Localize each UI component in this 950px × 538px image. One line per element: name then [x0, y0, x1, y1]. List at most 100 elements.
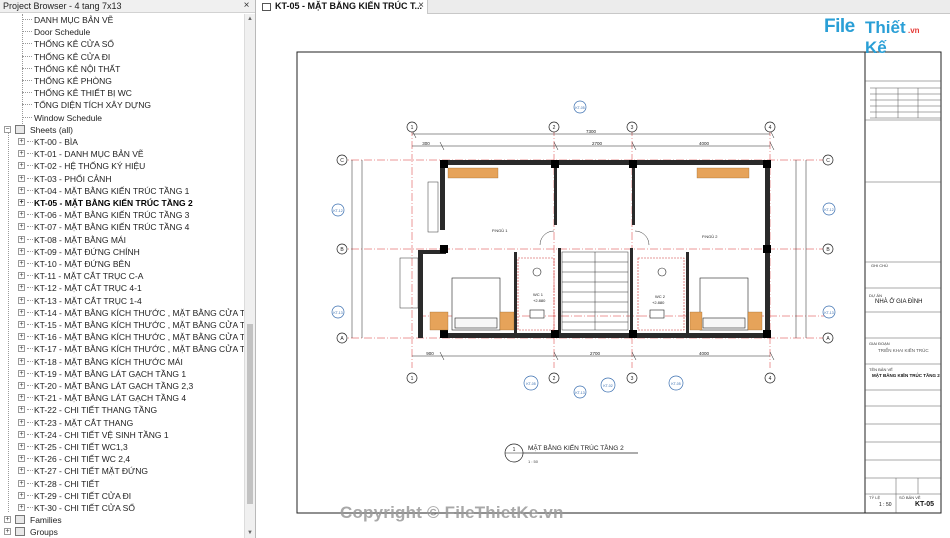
schedule-item[interactable]: Window Schedule	[0, 112, 245, 124]
scrollbar-thumb[interactable]	[247, 324, 253, 504]
sheet-item-label: KT-28 - CHI TIẾT	[34, 478, 100, 489]
sheet-item[interactable]: + KT-29 - CHI TIẾT CỬA ĐI	[0, 490, 245, 502]
schedule-item[interactable]: Door Schedule	[0, 26, 245, 38]
expand-icon[interactable]: +	[18, 174, 25, 182]
sheet-item[interactable]: + KT-21 - MẶT BẰNG LÁT GẠCH TẦNG 4	[0, 392, 245, 404]
sheet-item[interactable]: + KT-15 - MẶT BẰNG KÍCH THƯỚC , MẶT BẰNG …	[0, 319, 245, 331]
expand-icon[interactable]: +	[18, 394, 25, 402]
expand-icon[interactable]: +	[18, 443, 25, 450]
sheet-item[interactable]: + KT-03 - PHỐI CẢNH	[0, 173, 245, 185]
expand-icon[interactable]: +	[18, 260, 25, 267]
svg-text:KT-13: KT-13	[333, 311, 342, 315]
sheet-item[interactable]: + KT-06 - MẶT BẰNG KIẾN TRÚC TẦNG 3	[0, 209, 245, 221]
close-tab-icon[interactable]: ×	[418, 0, 424, 11]
expand-icon[interactable]: +	[18, 418, 25, 426]
expand-icon[interactable]: +	[18, 199, 25, 206]
schedule-item-label: Door Schedule	[34, 27, 91, 38]
schedule-item[interactable]: THỐNG KÊ NỘI THẤT	[0, 63, 245, 75]
tab-kt-05[interactable]: KT-05 - MẶT BẰNG KIẾN TRÚC T... ×	[258, 0, 428, 14]
schedule-item[interactable]: THỐNG KÊ CỬA ĐI	[0, 51, 245, 63]
sheet-item[interactable]: + KT-22 - CHI TIẾT THANG TẦNG	[0, 404, 245, 416]
sheet-item[interactable]: + KT-14 - MẶT BẰNG KÍCH THƯỚC , MẶT BẰNG …	[0, 307, 245, 319]
view-scale: 1 : 50	[528, 459, 539, 464]
sheet-item[interactable]: + KT-00 - BÌA	[0, 136, 245, 148]
schedule-item[interactable]: THỐNG KÊ THIẾT BỊ WC	[0, 87, 245, 99]
sheet-item[interactable]: + KT-07 - MẶT BẰNG KIẾN TRÚC TẦNG 4	[0, 221, 245, 233]
sheet-item[interactable]: + KT-10 - MẶT ĐỨNG BÊN	[0, 258, 245, 270]
expand-icon[interactable]: +	[18, 333, 25, 341]
expand-icon[interactable]: +	[18, 479, 25, 487]
scroll-up-arrow-icon[interactable]: ▲	[245, 14, 255, 24]
sheet-item[interactable]: + KT-13 - MẶT CẮT TRỤC 1-4	[0, 295, 245, 307]
expand-icon[interactable]: +	[18, 321, 25, 328]
groups-folder-icon	[15, 527, 25, 537]
expand-icon[interactable]: +	[18, 369, 25, 377]
expand-icon[interactable]: +	[18, 357, 25, 365]
sheets-node[interactable]: − Sheets (all)	[0, 124, 245, 136]
wc1-label: WC 1	[533, 292, 544, 297]
sheet-item-label: KT-27 - CHI TIẾT MẶT ĐỨNG	[34, 466, 148, 477]
expand-icon[interactable]: +	[4, 516, 11, 524]
sheet-item[interactable]: + KT-27 - CHI TIẾT MẶT ĐỨNG	[0, 465, 245, 477]
sheets-label: Sheets (all)	[30, 124, 73, 135]
expand-icon[interactable]: +	[18, 455, 25, 463]
schedule-item[interactable]: THỐNG KÊ CỬA SỔ	[0, 38, 245, 50]
expand-icon[interactable]: +	[18, 504, 25, 511]
expand-icon[interactable]: +	[18, 296, 25, 304]
expand-icon[interactable]: +	[18, 406, 25, 414]
schedule-item-label: THỐNG KÊ CỬA SỔ	[34, 39, 114, 50]
expand-icon[interactable]: +	[18, 382, 25, 389]
sheet-item[interactable]: + KT-26 - CHI TIẾT WC 2,4	[0, 453, 245, 465]
sheet-item[interactable]: + KT-16 - MẶT BẰNG KÍCH THƯỚC , MẶT BẰNG …	[0, 331, 245, 343]
sheet-item[interactable]: + KT-23 - MẶT CẮT THANG	[0, 417, 245, 429]
scroll-down-arrow-icon[interactable]: ▼	[245, 528, 255, 538]
expand-icon[interactable]: +	[18, 272, 25, 280]
tree-connector	[27, 238, 33, 240]
expand-icon[interactable]: +	[18, 284, 25, 292]
schedule-item[interactable]: THỐNG KÊ PHÒNG	[0, 75, 245, 87]
tree-guide	[8, 132, 9, 513]
tb-sheet-no-label: SỐ BẢN VẼ	[899, 495, 921, 500]
sheet-item[interactable]: + KT-09 - MẶT ĐỨNG CHÍNH	[0, 246, 245, 258]
sheet-item[interactable]: + KT-01 - DANH MỤC BẢN VẼ	[0, 148, 245, 160]
schedule-item[interactable]: DANH MỤC BẢN VẼ	[0, 14, 245, 26]
families-node[interactable]: + Families	[0, 514, 245, 526]
expand-icon[interactable]: +	[18, 247, 25, 255]
expand-icon[interactable]: +	[18, 186, 25, 194]
sheet-item[interactable]: + KT-28 - CHI TIẾT	[0, 478, 245, 490]
schedule-item[interactable]: TỔNG DIỆN TÍCH XÂY DỰNG	[0, 99, 245, 111]
close-icon[interactable]: ×	[241, 0, 252, 12]
expand-icon[interactable]: +	[18, 211, 25, 219]
expand-icon[interactable]: +	[18, 308, 25, 316]
sheet-item-selected[interactable]: + KT-05 - MẶT BẰNG KIẾN TRÚC TẦNG 2	[0, 197, 245, 209]
svg-text:4: 4	[769, 376, 772, 382]
expand-icon[interactable]: +	[18, 138, 25, 145]
expand-icon[interactable]: +	[18, 223, 25, 231]
project-browser-scrollbar[interactable]: ▲ ▼	[244, 14, 255, 538]
sheet-item[interactable]: + KT-08 - MẶT BẰNG MÁI	[0, 234, 245, 246]
sheet-item[interactable]: + KT-12 - MẶT CẮT TRỤC 4-1	[0, 282, 245, 294]
expand-icon[interactable]: +	[18, 345, 25, 353]
dim-top-1: 300	[422, 141, 430, 146]
sheet-item[interactable]: + KT-30 - CHI TIẾT CỬA SỔ	[0, 502, 245, 514]
sheet-item[interactable]: + KT-02 - HỆ THỐNG KÝ HIỆU	[0, 160, 245, 172]
expand-icon[interactable]: +	[18, 491, 25, 499]
expand-icon[interactable]: +	[18, 430, 25, 438]
expand-icon[interactable]: +	[18, 150, 25, 158]
sheet-item[interactable]: + KT-25 - CHI TIẾT WC1,3	[0, 441, 245, 453]
expand-icon[interactable]: +	[18, 467, 25, 475]
sheet-item[interactable]: + KT-11 - MẶT CẮT TRỤC C-A	[0, 270, 245, 282]
expand-icon[interactable]: +	[18, 235, 25, 243]
sheet-item[interactable]: + KT-18 - MẶT BẰNG KÍCH THƯỚC MÁI	[0, 356, 245, 368]
sheet-item-label: KT-21 - MẶT BẰNG LÁT GẠCH TẦNG 4	[34, 393, 187, 404]
groups-node[interactable]: + Groups	[0, 526, 245, 538]
expand-icon[interactable]: +	[4, 528, 11, 536]
expand-icon[interactable]: +	[18, 162, 25, 170]
tree-connector	[22, 116, 32, 118]
sheet-item[interactable]: + KT-04 - MẶT BẰNG KIẾN TRÚC TẦNG 1	[0, 185, 245, 197]
sheet-item[interactable]: + KT-20 - MẶT BẰNG LÁT GẠCH TẦNG 2,3	[0, 380, 245, 392]
sheet-item[interactable]: + KT-17 - MẶT BẰNG KÍCH THƯỚC , MẶT BẰNG …	[0, 343, 245, 355]
sheet-view-canvas[interactable]: 7300 300 2700 4000 900 2700 4000 P.NGỦ 1…	[258, 15, 950, 538]
sheet-item[interactable]: + KT-19 - MẶT BẰNG LÁT GẠCH TẦNG 1	[0, 368, 245, 380]
sheet-item[interactable]: + KT-24 - CHI TIẾT VỆ SINH TẦNG 1	[0, 429, 245, 441]
